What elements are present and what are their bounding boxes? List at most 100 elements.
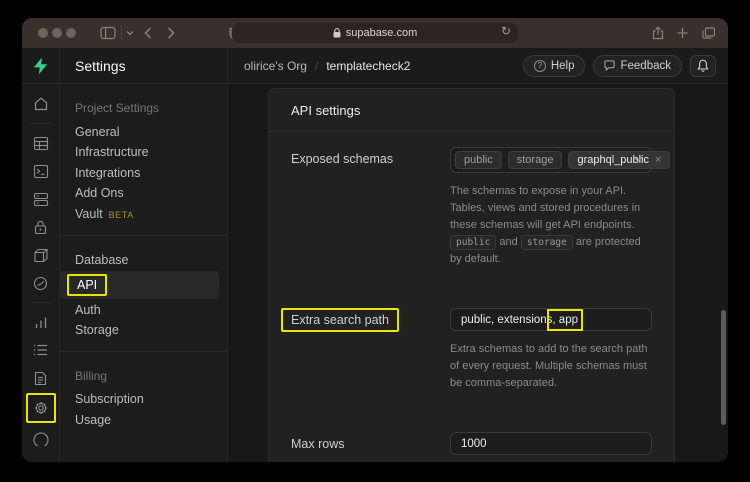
breadcrumb-separator: / bbox=[315, 59, 318, 73]
exposed-schemas-control: public storage graphql_public × bbox=[450, 147, 652, 268]
desktop: supabase.com ↻ Settings bbox=[0, 0, 750, 482]
sidebar-item-subscription[interactable]: Subscription bbox=[60, 390, 227, 409]
breadcrumb-project[interactable]: templatecheck2 bbox=[326, 59, 410, 73]
refresh-icon[interactable]: ↻ bbox=[501, 24, 511, 38]
card-body: Exposed schemas public storage graphql_p… bbox=[269, 132, 674, 462]
sidebar-item-integrations[interactable]: Integrations bbox=[60, 163, 227, 182]
max-rows-row: Max rows 1000 The maximum number of rows… bbox=[291, 432, 652, 462]
sidebar-divider bbox=[60, 235, 227, 236]
zoom-window-button[interactable] bbox=[66, 28, 76, 38]
nav-rail bbox=[22, 84, 60, 462]
sidebar-toggle-icon[interactable] bbox=[100, 27, 116, 40]
exposed-schemas-row: Exposed schemas public storage graphql_p… bbox=[291, 147, 652, 268]
forward-icon[interactable] bbox=[167, 27, 175, 39]
feedback-bubble-icon bbox=[604, 60, 615, 71]
exposed-schemas-label: Exposed schemas bbox=[291, 147, 450, 166]
logs-icon[interactable] bbox=[28, 337, 54, 363]
extra-search-path-label: Extra search path bbox=[291, 308, 450, 332]
address-bar[interactable]: supabase.com ↻ bbox=[232, 23, 518, 43]
supabase-bolt-icon bbox=[32, 57, 49, 75]
supabase-app: Settings olirice's Org / templatecheck2 … bbox=[22, 48, 728, 462]
scrollbar-thumb[interactable] bbox=[721, 310, 726, 425]
edge-functions-icon[interactable] bbox=[28, 270, 54, 296]
help-icon: ? bbox=[534, 60, 546, 72]
section-header-project-settings: Project Settings bbox=[60, 98, 227, 118]
reports-icon[interactable] bbox=[28, 309, 54, 335]
close-window-button[interactable] bbox=[38, 28, 48, 38]
database-icon[interactable] bbox=[28, 186, 54, 212]
sidebar-item-vault[interactable]: VaultBETA bbox=[60, 204, 227, 224]
sidebar-item-api[interactable]: API bbox=[60, 271, 219, 299]
rail-divider bbox=[31, 123, 51, 124]
card-title: API settings bbox=[269, 89, 674, 132]
api-label: API bbox=[77, 278, 97, 292]
extra-search-path-row: Extra search path public, extensions, ap… bbox=[291, 308, 652, 392]
sidebar-item-database[interactable]: Database bbox=[60, 250, 227, 269]
table-editor-icon[interactable] bbox=[28, 130, 54, 156]
chevron-down-icon bbox=[633, 156, 643, 162]
section-header-billing: Billing bbox=[60, 366, 227, 386]
browser-window: supabase.com ↻ Settings bbox=[22, 18, 728, 462]
home-icon[interactable] bbox=[28, 91, 54, 117]
help-button[interactable]: ? Help bbox=[523, 55, 586, 77]
page-title: Settings bbox=[60, 48, 228, 83]
feedback-label: Feedback bbox=[620, 60, 671, 72]
bell-icon bbox=[697, 59, 709, 72]
max-rows-label: Max rows bbox=[291, 432, 450, 451]
sidebar-item-auth[interactable]: Auth bbox=[60, 300, 227, 319]
account-avatar-icon[interactable] bbox=[28, 425, 54, 451]
remove-chip-icon[interactable]: × bbox=[655, 154, 661, 166]
extra-search-path-input[interactable]: public, extensions, app bbox=[450, 308, 652, 331]
app-body: Project Settings General Infrastructure … bbox=[22, 84, 728, 462]
inline-code-public: public bbox=[450, 235, 496, 250]
share-icon[interactable] bbox=[652, 26, 664, 40]
sql-editor-icon[interactable] bbox=[28, 158, 54, 184]
address-text: supabase.com bbox=[346, 27, 418, 39]
settings-sidebar: Project Settings General Infrastructure … bbox=[60, 84, 228, 462]
feedback-button[interactable]: Feedback bbox=[593, 55, 682, 77]
extra-search-path-annotation-box: Extra search path bbox=[281, 308, 399, 332]
extra-search-path-description: Extra schemas to add to the search path … bbox=[450, 341, 652, 392]
api-settings-card: API settings Exposed schemas public stor… bbox=[268, 88, 675, 462]
supabase-logo[interactable] bbox=[22, 48, 60, 83]
exposed-schemas-description: The schemas to expose in your API. Table… bbox=[450, 183, 652, 268]
breadcrumb-org[interactable]: olirice's Org bbox=[244, 59, 307, 73]
help-label: Help bbox=[551, 60, 575, 72]
lock-icon bbox=[333, 28, 341, 38]
vault-label: Vault bbox=[75, 207, 103, 221]
api-docs-icon[interactable] bbox=[28, 365, 54, 391]
extra-search-path-control: public, extensions, app Extra schemas to… bbox=[450, 308, 652, 392]
app-annotation-box: , app bbox=[552, 314, 578, 326]
main-content: API settings Exposed schemas public stor… bbox=[228, 84, 728, 462]
minimize-window-button[interactable] bbox=[52, 28, 62, 38]
notifications-button[interactable] bbox=[690, 55, 716, 77]
tab-overview-icon[interactable] bbox=[702, 27, 715, 39]
schema-chip-storage[interactable]: storage bbox=[508, 151, 563, 169]
rail-divider bbox=[31, 302, 51, 303]
sidebar-chevron-down-icon[interactable] bbox=[126, 31, 134, 36]
exposed-schemas-multiselect[interactable]: public storage graphql_public × bbox=[450, 147, 652, 173]
new-tab-icon[interactable] bbox=[677, 28, 688, 39]
settings-annotation-box bbox=[26, 393, 56, 423]
sidebar-item-general[interactable]: General bbox=[60, 122, 227, 141]
max-rows-control: 1000 The maximum number of rows returned… bbox=[450, 432, 652, 462]
sidebar-item-usage[interactable]: Usage bbox=[60, 410, 227, 429]
breadcrumb: olirice's Org / templatecheck2 ? Help Fe… bbox=[228, 48, 728, 83]
inline-code-storage: storage bbox=[521, 235, 573, 250]
settings-gear-icon[interactable] bbox=[28, 395, 54, 421]
sidebar-item-storage[interactable]: Storage bbox=[60, 321, 227, 340]
storage-icon[interactable] bbox=[28, 242, 54, 268]
sidebar-item-add-ons[interactable]: Add Ons bbox=[60, 184, 227, 203]
schema-chip-graphql-public[interactable]: graphql_public × bbox=[568, 151, 670, 169]
traffic-lights bbox=[38, 28, 76, 38]
browser-toolbar: supabase.com ↻ bbox=[22, 18, 728, 48]
sidebar-divider bbox=[60, 351, 227, 352]
app-header: Settings olirice's Org / templatecheck2 … bbox=[22, 48, 728, 84]
sidebar-item-infrastructure[interactable]: Infrastructure bbox=[60, 143, 227, 162]
toolbar-divider bbox=[121, 26, 122, 40]
auth-icon[interactable] bbox=[28, 214, 54, 240]
max-rows-input[interactable]: 1000 bbox=[450, 432, 652, 455]
api-annotation-box: API bbox=[67, 274, 107, 296]
schema-chip-public[interactable]: public bbox=[455, 151, 502, 169]
back-icon[interactable] bbox=[144, 27, 152, 39]
